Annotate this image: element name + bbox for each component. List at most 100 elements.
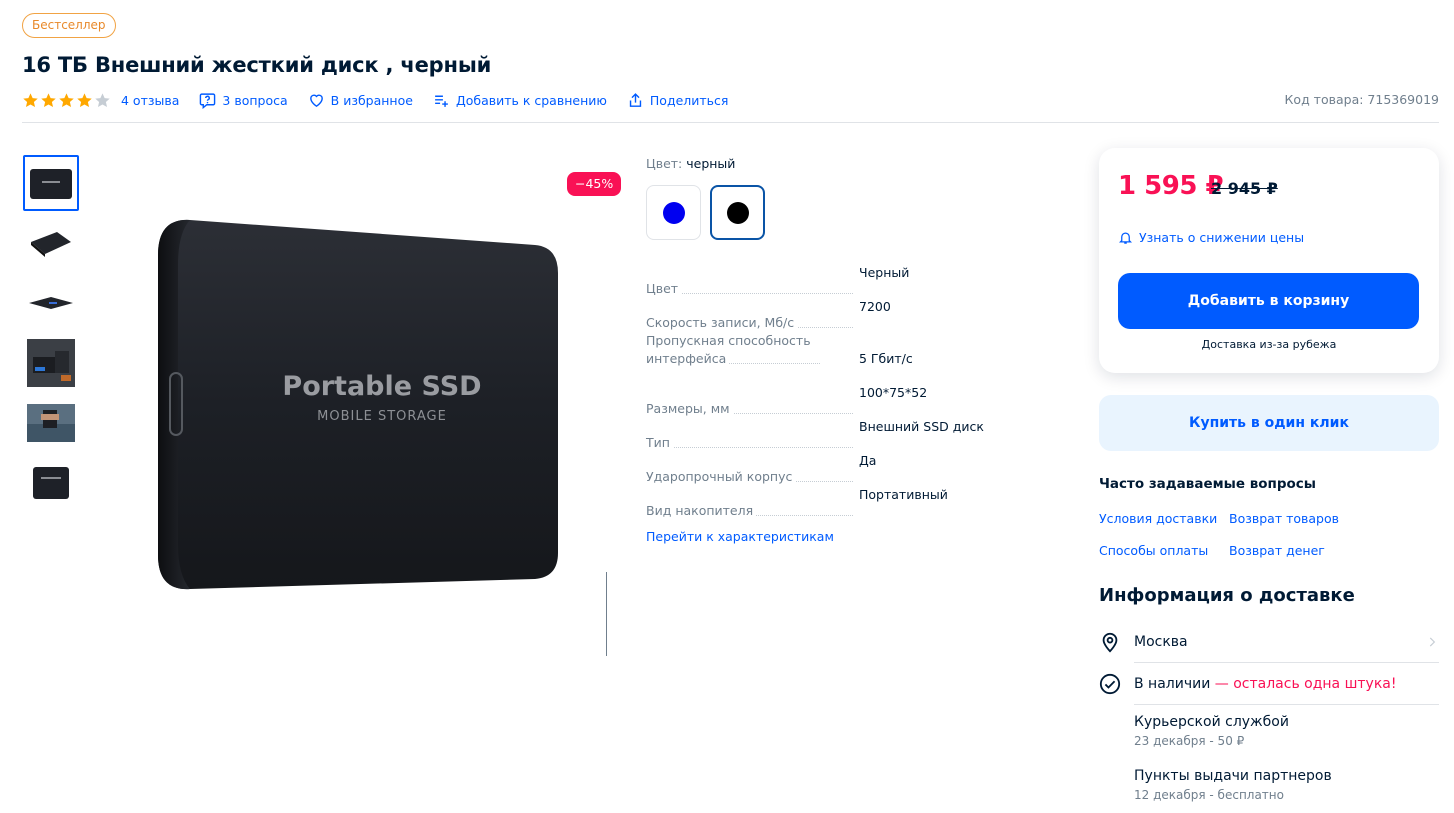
check-circle-icon	[1099, 673, 1121, 695]
go-to-specs-link[interactable]: Перейти к характеристикам	[646, 529, 834, 544]
discount-badge: −45%	[567, 172, 622, 196]
delivery-divider	[1134, 662, 1439, 663]
spec-row: Пропускная способность интерфейса 5 Гбит…	[646, 332, 1046, 384]
current-price: 1 595 ₽	[1118, 171, 1224, 201]
delivery-abroad-note: Доставка из-за рубежа	[1201, 338, 1337, 351]
product-title: 16 ТБ Внешний жесткий диск , черный	[22, 53, 492, 77]
reviews-label: 4 отзыва	[121, 92, 180, 108]
spec-row: Ударопрочный корпус Да	[646, 452, 1046, 486]
product-print-subtitle: MOBILE STORAGE	[317, 409, 447, 424]
stock-label: В наличии	[1134, 676, 1211, 692]
spec-value: Портативный	[859, 487, 948, 502]
thumbnail-5[interactable]	[23, 395, 79, 451]
delivery-option-pickup-date: 12 декабря - бесплатно	[1134, 788, 1284, 802]
bell-icon	[1118, 232, 1133, 244]
thumbnail-4[interactable]	[23, 335, 79, 391]
delivery-option-courier: Курьерской службой	[1134, 714, 1289, 730]
faq-link-payment[interactable]: Способы оплаты	[1099, 543, 1208, 558]
spec-key-text: Размеры, мм	[646, 401, 733, 416]
color-swatch-black[interactable]	[710, 185, 765, 240]
spec-key-text: Тип	[646, 435, 673, 450]
reviews-link[interactable]: 4 отзыва	[121, 93, 179, 108]
spec-key: Цвет	[646, 280, 859, 298]
chevron-right-icon	[1429, 637, 1436, 647]
location-pin-icon	[1102, 632, 1118, 653]
product-sku: Код товара: 715369019	[1284, 92, 1439, 107]
notify-label: Узнать о снижении цены	[1139, 230, 1305, 245]
faq-link-delivery-terms[interactable]: Условия доставки	[1099, 511, 1217, 526]
bestseller-badge: Бестселлер	[22, 13, 116, 38]
spec-key: Вид накопителя	[646, 502, 859, 520]
spec-row: Скорость записи, Мб/с 7200	[646, 298, 1046, 332]
delivery-option-courier-date: 23 декабря - 50 ₽	[1134, 734, 1245, 748]
product-thumb-image	[27, 404, 75, 442]
color-swatch-blue[interactable]	[646, 185, 701, 240]
stock-row: В наличии — осталась одна штука!	[1099, 673, 1439, 695]
star-empty-icon	[95, 92, 110, 107]
stock-status: В наличии — осталась одна штука!	[1134, 676, 1396, 692]
product-meta-row: 4 отзыва 3 вопроса В избранное Добавить …	[22, 89, 748, 111]
spec-value: Внешний SSD диск	[859, 419, 984, 434]
spec-key: Скорость записи, Мб/с	[646, 314, 859, 332]
old-price: 2 945 ₽	[1211, 179, 1278, 198]
spec-key-text: Пропускная способность интерфейса	[646, 333, 811, 366]
compare-label: Добавить к сравнению	[455, 92, 607, 108]
thumbnail-6[interactable]	[23, 455, 79, 511]
share-link[interactable]: Поделиться	[627, 92, 729, 109]
spec-row: Тип Внешний SSD диск	[646, 418, 1046, 452]
star-icon	[23, 92, 38, 107]
thumbnail-1[interactable]	[23, 155, 79, 211]
add-to-cart-button[interactable]: Добавить в корзину	[1118, 273, 1419, 329]
compare-list-icon	[435, 95, 448, 107]
share-label: Поделиться	[649, 92, 729, 108]
questions-link[interactable]: 3 вопроса	[199, 92, 288, 109]
delivery-city-row[interactable]: Москва	[1099, 631, 1439, 653]
product-thumb-image	[33, 467, 69, 499]
star-icon	[77, 92, 92, 107]
color-dot-black	[726, 201, 749, 224]
spec-key: Тип	[646, 434, 859, 452]
stock-note: — осталась одна штука!	[1214, 676, 1397, 692]
delivery-divider	[1134, 704, 1439, 705]
header-divider	[22, 122, 1439, 123]
product-thumb-image	[31, 232, 71, 257]
spec-key-text: Скорость записи, Мб/с	[646, 315, 798, 330]
questions-label: 3 вопроса	[222, 92, 288, 108]
price-card: 1 595 ₽ 2 945 ₽ Узнать о снижении цены Д…	[1099, 148, 1439, 373]
faq-link-refund[interactable]: Возврат денег	[1229, 543, 1325, 558]
gallery-scroll-line	[606, 572, 607, 656]
spec-key-text: Цвет	[646, 281, 682, 296]
compare-link[interactable]: Добавить к сравнению	[433, 92, 607, 109]
star-icon	[41, 92, 56, 107]
favorite-label: В избранное	[330, 92, 413, 108]
faq-title: Часто задаваемые вопросы	[1099, 476, 1316, 492]
spec-value: 100*75*52	[859, 385, 928, 400]
spec-row: Цвет Черный	[646, 264, 1046, 298]
rating-stars[interactable]	[22, 92, 111, 109]
spec-key-text: Ударопрочный корпус	[646, 469, 796, 484]
thumbnail-3[interactable]	[23, 275, 79, 331]
price-drop-notify-link[interactable]: Узнать о снижении цены	[1118, 230, 1304, 245]
spec-key: Ударопрочный корпус	[646, 468, 859, 486]
spec-key: Пропускная способность интерфейса	[646, 332, 826, 368]
faq-link-returns[interactable]: Возврат товаров	[1229, 511, 1339, 526]
product-thumb-image	[27, 339, 75, 387]
question-bubble-icon	[200, 92, 216, 109]
color-label: Цвет: черный	[646, 156, 735, 171]
star-icon	[59, 92, 74, 107]
product-thumb-image	[30, 169, 72, 199]
favorite-link[interactable]: В избранное	[308, 92, 413, 109]
product-thumb-image	[29, 297, 73, 309]
spec-value: Черный	[859, 265, 910, 280]
spec-key-text: Вид накопителя	[646, 503, 757, 518]
spec-row: Вид накопителя Портативный	[646, 486, 1046, 520]
spec-row: Размеры, мм 100*75*52	[646, 384, 1046, 418]
spec-key: Размеры, мм	[646, 400, 859, 418]
color-label-key: Цвет:	[646, 156, 683, 171]
color-dot-blue	[662, 201, 685, 224]
product-main-image[interactable]: Portable SSD MOBILE STORAGE	[150, 215, 570, 595]
spec-value: 7200	[859, 299, 891, 314]
buy-one-click-button[interactable]: Купить в один клик	[1099, 395, 1439, 451]
thumbnail-2[interactable]	[23, 215, 79, 271]
product-print-title: Portable SSD	[282, 371, 481, 402]
